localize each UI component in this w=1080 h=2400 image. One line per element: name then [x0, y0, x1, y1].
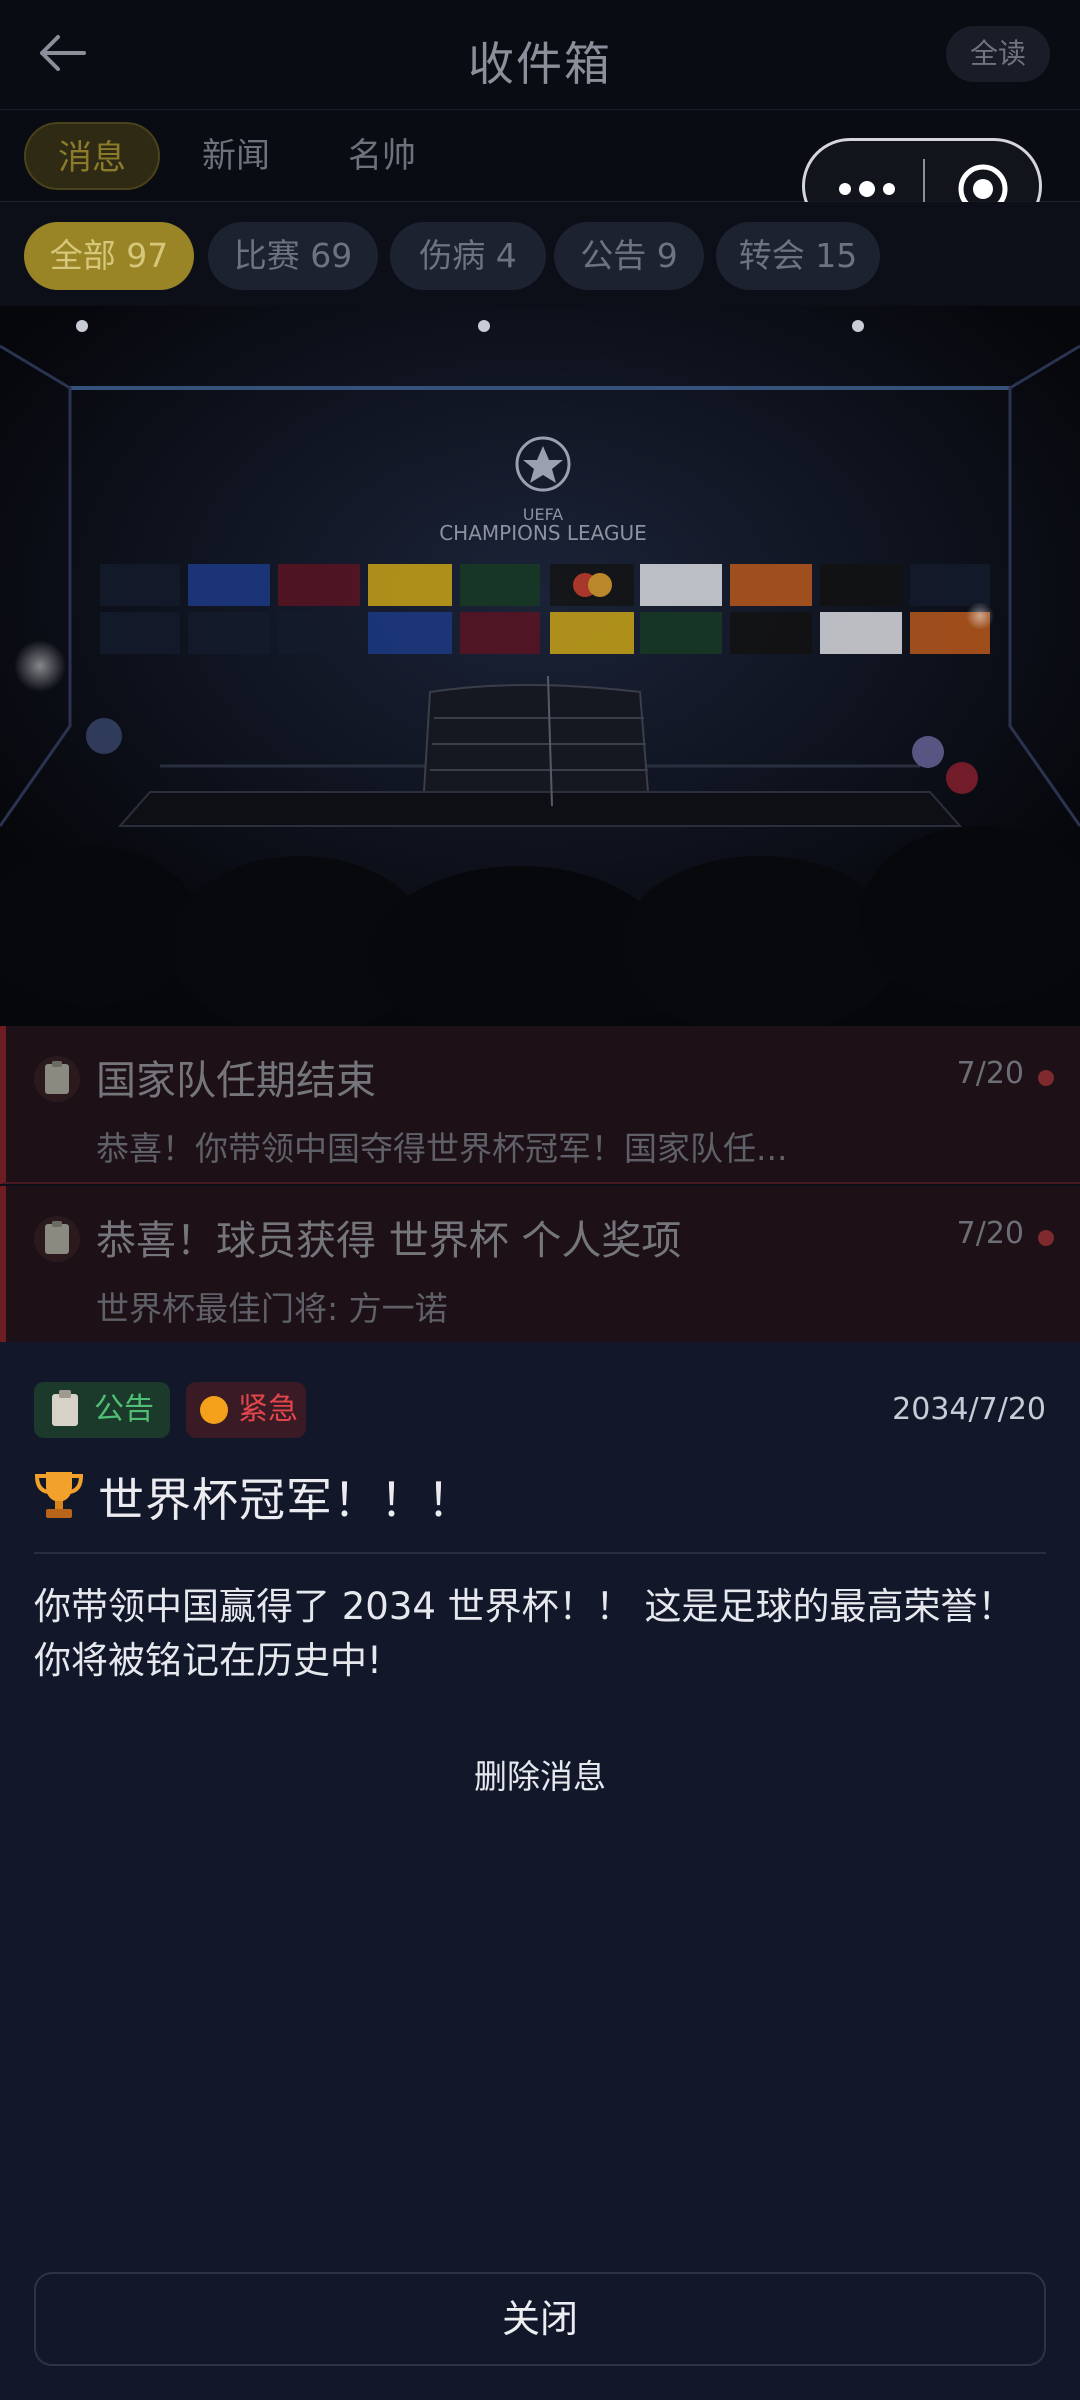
filter-announcement[interactable]: 公告 9 [554, 222, 704, 290]
clipboard-icon [52, 1390, 78, 1426]
tab-messages[interactable]: 消息 [24, 122, 160, 190]
message-item[interactable]: 国家队任期结束 7/20 恭喜！你带领中国夺得世界杯冠军！国家队任... [0, 1026, 1080, 1184]
category-badge: 公告 [34, 1382, 170, 1438]
read-all-button[interactable]: 全读 [946, 26, 1050, 82]
trophy-icon [34, 1472, 84, 1518]
urgent-dot-icon [200, 1396, 228, 1424]
clipboard-icon [34, 1056, 80, 1102]
detail-date: 2034/7/20 [892, 1392, 1046, 1427]
filter-match[interactable]: 比赛 69 [208, 222, 378, 290]
delete-message-button[interactable]: 删除消息 [0, 1750, 1080, 1798]
tab-news[interactable]: 新闻 [202, 122, 270, 190]
filter-injury[interactable]: 伤病 4 [390, 222, 546, 290]
message-title: 国家队任期结束 [96, 1058, 376, 1104]
message-item[interactable]: 恭喜！球员获得 世界杯 个人奖项 7/20 世界杯最佳门将: 方一诺 [0, 1186, 1080, 1342]
detail-title: 世界杯冠军！！！ [98, 1473, 474, 1527]
priority-label: 紧急 [238, 1392, 298, 1427]
close-button[interactable]: 关闭 [34, 2272, 1046, 2366]
message-date: 7/20 [956, 1056, 1024, 1091]
message-detail-panel: 公告 紧急 2034/7/20 世界杯冠军！！！ 你带领中国赢得了 2034 世… [0, 1342, 1080, 2400]
message-preview: 世界杯最佳门将: 方一诺 [96, 1289, 448, 1328]
clipboard-icon [34, 1216, 80, 1262]
filter-all[interactable]: 全部 97 [24, 222, 194, 290]
press-room-background: UEFA CHAMPIONS LEAGUE [0, 306, 1080, 1026]
filter-transfer[interactable]: 转会 15 [716, 222, 880, 290]
page-title: 收件箱 [468, 37, 612, 91]
detail-body: 你带领中国赢得了 2034 世界杯！！ 这是足球的最高荣誉！ 你将被铭记在历史中… [34, 1585, 1015, 1682]
league-name: CHAMPIONS LEAGUE [439, 521, 647, 545]
message-title: 恭喜！球员获得 世界杯 个人奖项 [96, 1218, 682, 1264]
filter-bar: 全部 97 比赛 69 伤病 4 公告 9 转会 15 [0, 202, 1080, 306]
priority-badge: 紧急 [186, 1382, 306, 1438]
message-date: 7/20 [956, 1216, 1024, 1251]
more-icon[interactable] [837, 177, 897, 201]
tab-famous-managers[interactable]: 名帅 [348, 122, 416, 190]
unread-dot [1038, 1230, 1054, 1246]
top-bar: 收件箱 全读 [0, 0, 1080, 110]
press-room-illustration: UEFA CHAMPIONS LEAGUE [0, 306, 1080, 1026]
unread-dot [1038, 1070, 1054, 1086]
category-label: 公告 [94, 1392, 154, 1427]
message-preview: 恭喜！你带领中国夺得世界杯冠军！国家队任... [96, 1129, 788, 1168]
divider [34, 1552, 1046, 1554]
